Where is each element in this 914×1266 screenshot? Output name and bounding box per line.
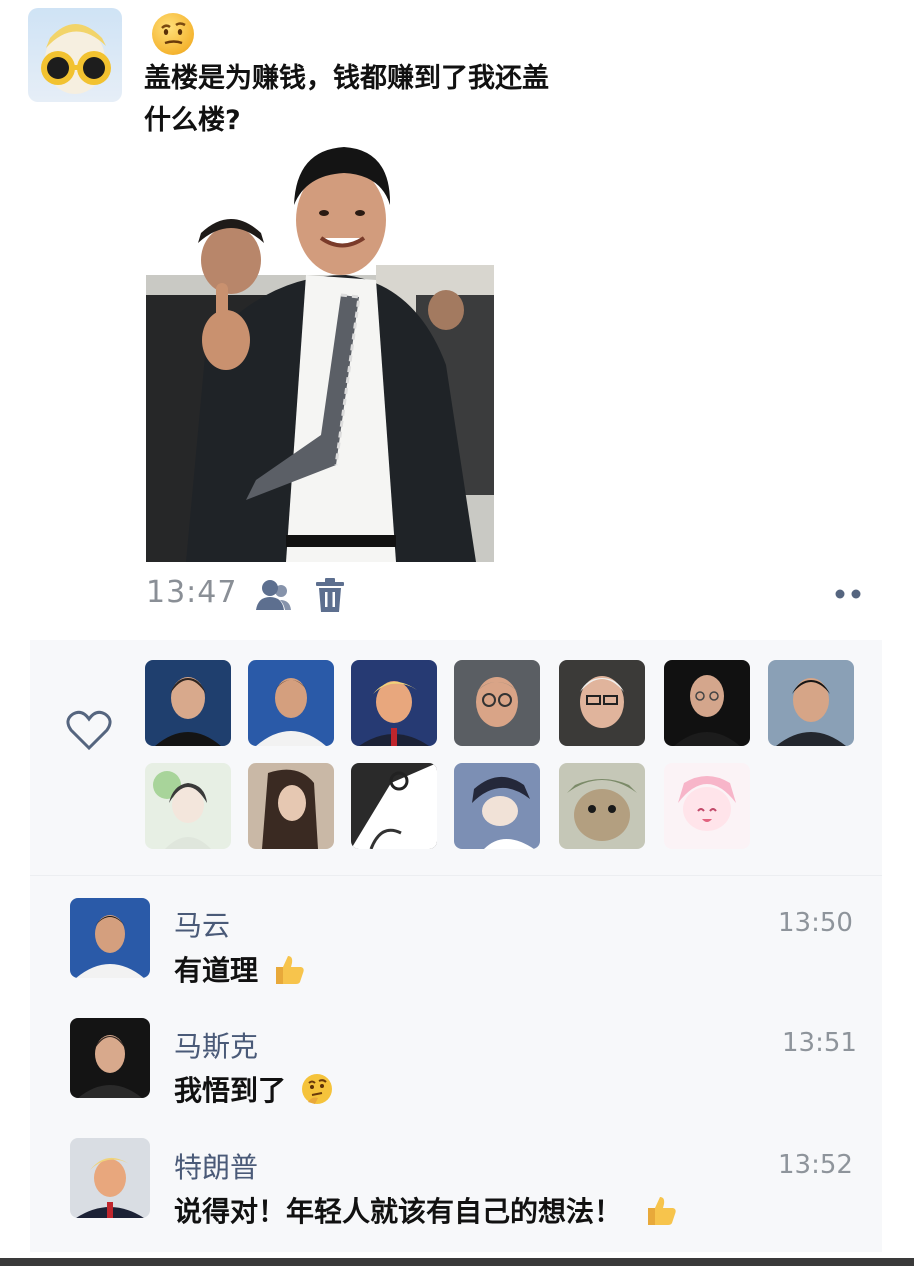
liker-avatar[interactable] — [248, 763, 334, 849]
comment-time: 13:52 — [778, 1150, 853, 1180]
heart-like-icon[interactable] — [66, 710, 112, 752]
comment-author-name[interactable]: 马云 — [174, 904, 230, 944]
bottom-edge-bar — [0, 1258, 914, 1266]
post-text-line1: 盖楼是为赚钱，钱都赚到了我还盖 — [144, 63, 549, 94]
poster-avatar[interactable] — [28, 8, 122, 102]
raised-eyebrow-emoji-icon — [152, 13, 194, 55]
thumbs-up-emoji-icon — [644, 1193, 678, 1234]
liker-avatar[interactable] — [664, 660, 750, 746]
liker-avatar[interactable] — [559, 763, 645, 849]
comment-time: 13:51 — [782, 1028, 857, 1058]
man-in-suit-photo — [146, 135, 494, 562]
liker-avatar[interactable] — [454, 763, 540, 849]
liker-avatar[interactable] — [351, 660, 437, 746]
comment-avatar[interactable] — [70, 898, 150, 978]
divider — [30, 875, 882, 876]
comment-text: 有道理 — [174, 949, 306, 993]
post-text: 盖楼是为赚钱，钱都赚到了我还盖 什么楼? — [144, 58, 614, 142]
delete-trash-icon[interactable] — [316, 578, 344, 612]
liker-avatar[interactable] — [559, 660, 645, 746]
liker-avatar[interactable] — [664, 763, 750, 849]
sunglasses-character-icon — [41, 24, 111, 94]
comment-text: 我悟到了 — [174, 1069, 334, 1113]
thumbs-up-emoji-icon — [272, 952, 306, 993]
comment-author-name[interactable]: 特朗普 — [174, 1146, 258, 1186]
liker-avatar[interactable] — [768, 660, 854, 746]
thinking-face-emoji-icon — [300, 1072, 334, 1113]
post-photo[interactable] — [146, 135, 494, 562]
post-time: 13:47 — [146, 575, 238, 610]
more-actions-dots-icon[interactable] — [826, 580, 870, 608]
comment-avatar[interactable] — [70, 1018, 150, 1098]
visibility-people-icon[interactable] — [256, 578, 292, 612]
liker-avatar[interactable] — [145, 763, 231, 849]
liker-avatar[interactable] — [351, 763, 437, 849]
comment-author-name[interactable]: 马斯克 — [174, 1025, 258, 1065]
liker-avatar[interactable] — [248, 660, 334, 746]
liker-avatar[interactable] — [454, 660, 540, 746]
comment-text: 说得对！年轻人就该有自己的想法！ — [174, 1190, 678, 1234]
comment-time: 13:50 — [778, 908, 853, 938]
comment-avatar[interactable] — [70, 1138, 150, 1218]
liker-avatar[interactable] — [145, 660, 231, 746]
